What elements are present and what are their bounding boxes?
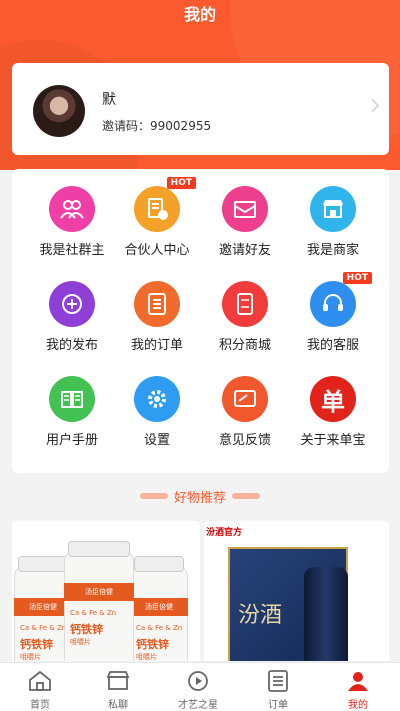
title-dash-left [139, 492, 168, 499]
hot-badge: HOT [166, 177, 196, 189]
headset-icon: HOT [310, 272, 372, 327]
tab-label: 才艺之星 [178, 700, 218, 711]
shop-icon [310, 186, 356, 232]
menu-label: 我是社群主 [39, 243, 105, 258]
tab-label: 我的 [348, 700, 368, 711]
menu-label: 邀请好友 [218, 243, 271, 258]
menu-item-points-mall[interactable]: 积分商城 [198, 281, 292, 353]
menu-item-community-owner[interactable]: 我是社群主 [25, 186, 119, 258]
shop-badge: 汾酒官方 [206, 528, 243, 538]
bottle-image [304, 567, 348, 661]
home-icon [29, 670, 51, 691]
profile-card[interactable]: 默 邀请码：99002955 [12, 63, 389, 155]
menu-label: 我的客服 [306, 338, 359, 353]
menu-label: 意见反馈 [218, 433, 271, 448]
menu-label: 合伙人中心 [124, 243, 190, 258]
menu-label: 我的订单 [130, 338, 183, 353]
menu-item-my-posts[interactable]: 我的发布 [25, 281, 119, 353]
tab-home[interactable]: 首页 [0, 663, 80, 711]
menu-item-user-manual[interactable]: 用户手册 [25, 376, 119, 448]
menu-item-about[interactable]: 单 关于来单宝 [286, 376, 380, 448]
tab-mine[interactable]: 我的 [318, 663, 398, 711]
avatar[interactable] [33, 85, 85, 137]
hot-badge: HOT [342, 272, 372, 284]
menu-label: 关于来单宝 [300, 433, 366, 448]
menu-label: 我是商家 [306, 243, 359, 258]
group-icon [49, 186, 95, 232]
tab-label: 首页 [30, 700, 50, 711]
gear-icon [134, 376, 180, 422]
menu-label: 积分商城 [218, 338, 271, 353]
coupon-icon [222, 281, 268, 327]
tab-label: 订单 [268, 700, 288, 711]
menu-item-partner-center[interactable]: HOT 合伙人中心 [110, 177, 204, 258]
invite-code: 99002955 [150, 119, 212, 133]
username: 默 [102, 92, 116, 108]
add-circle-icon [49, 281, 95, 327]
product-name: 汾酒 [238, 603, 283, 628]
menu-label: 设置 [143, 433, 170, 448]
order-icon [268, 670, 288, 692]
menu-item-my-orders[interactable]: 我的订单 [110, 281, 204, 353]
title-dash-right [232, 492, 260, 499]
product-image: 汤臣倍健 Ca & Fe & Zn 钙铁锌 咀嚼片 [64, 541, 134, 661]
product-image: 汤臣倍健 Ca & Fe & Zn 钙铁锌 咀嚼片 [130, 556, 188, 661]
menu-item-invite-friends[interactable]: 邀请好友 [198, 186, 292, 258]
menu-label: 用户手册 [45, 433, 98, 448]
menu-item-customer-service[interactable]: HOT 我的客服 [286, 272, 380, 353]
recommend-title: 好物推荐 [173, 491, 226, 506]
feature-grid: 我是社群主 HOT 合伙人中心 邀请好友 我是商家 我的发布 我的订单 积分商城… [12, 169, 389, 473]
book-icon [49, 376, 95, 422]
invite-label: 邀请码： [102, 119, 151, 133]
menu-label: 我的发布 [45, 338, 98, 353]
tab-talent-star[interactable]: 才艺之星 [158, 663, 238, 711]
page-title: 我的 [183, 5, 216, 24]
feedback-edit-icon [222, 376, 268, 422]
dan-logo-icon: 单 [310, 376, 356, 422]
menu-item-feedback[interactable]: 意见反馈 [198, 376, 292, 448]
recommend-section-title: 好物推荐 [0, 487, 400, 506]
partner-doc-icon: HOT [134, 177, 196, 232]
tab-chat[interactable]: 私聊 [78, 663, 158, 711]
product-card[interactable]: 汾酒官方 汾酒 [204, 521, 389, 661]
envelope-icon [222, 186, 268, 232]
menu-item-settings[interactable]: 设置 [110, 376, 204, 448]
tab-label: 私聊 [108, 700, 128, 711]
product-card[interactable]: 汤臣倍健 Ca & Fe & Zn 钙铁锌 咀嚼片 汤臣倍健 Ca & Fe &… [12, 521, 200, 661]
menu-item-merchant[interactable]: 我是商家 [286, 186, 380, 258]
play-circle-icon [188, 671, 208, 691]
person-icon [348, 672, 368, 691]
tab-orders[interactable]: 订单 [238, 663, 318, 711]
chat-icon [106, 671, 130, 690]
order-list-icon [134, 281, 180, 327]
invite-code-line: 邀请码：99002955 [102, 117, 211, 134]
bottom-tab-bar: 首页 私聊 才艺之星 订单 我的 [0, 662, 400, 711]
chevron-right-icon[interactable] [366, 99, 379, 112]
